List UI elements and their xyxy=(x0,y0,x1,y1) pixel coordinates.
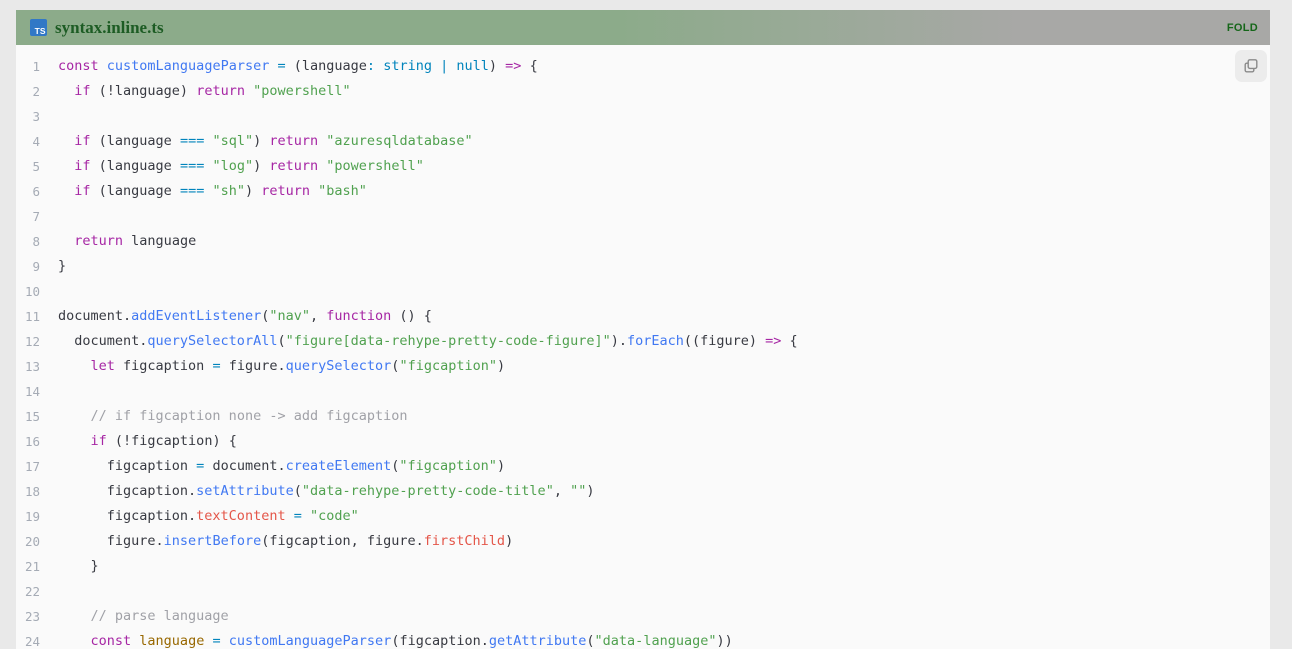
code-block: TS syntax.inline.ts FOLD 1 const customLa… xyxy=(16,10,1270,649)
line-text: let figcaption = figure.querySelector("f… xyxy=(58,354,505,379)
code-line: 2 if (!language) return "powershell" xyxy=(16,79,1270,104)
line-text: // if figcaption none -> add figcaption xyxy=(58,404,408,429)
code-line: 12 document.querySelectorAll("figure[dat… xyxy=(16,329,1270,354)
line-text: document.addEventListener("nav", functio… xyxy=(58,304,432,329)
code-line: 24 const language = customLanguageParser… xyxy=(16,629,1270,649)
copy-icon xyxy=(1243,58,1259,74)
code-line: 10 xyxy=(16,279,1270,304)
line-number: 14 xyxy=(16,379,40,404)
line-number: 9 xyxy=(16,254,40,279)
code-area: 1 const customLanguageParser = (language:… xyxy=(16,45,1270,649)
line-number: 16 xyxy=(16,429,40,454)
code-line: 21 } xyxy=(16,554,1270,579)
line-text: if (!language) return "powershell" xyxy=(58,79,351,104)
line-number: 3 xyxy=(16,104,40,129)
code-line: 15 // if figcaption none -> add figcapti… xyxy=(16,404,1270,429)
code-line: 13 let figcaption = figure.querySelector… xyxy=(16,354,1270,379)
line-text: const language = customLanguageParser(fi… xyxy=(58,629,733,649)
line-number: 17 xyxy=(16,454,40,479)
code-block-header: TS syntax.inline.ts FOLD xyxy=(16,10,1270,45)
copy-button[interactable] xyxy=(1235,50,1267,82)
line-number: 15 xyxy=(16,404,40,429)
line-number: 1 xyxy=(16,54,40,79)
file-title: syntax.inline.ts xyxy=(55,18,164,38)
line-text: return language xyxy=(58,229,196,254)
line-text: // parse language xyxy=(58,604,229,629)
code-line: 18 figcaption.setAttribute("data-rehype-… xyxy=(16,479,1270,504)
code-line: 1 const customLanguageParser = (language:… xyxy=(16,54,1270,79)
line-text: if (language === "log") return "powershe… xyxy=(58,154,424,179)
line-text: figure.insertBefore(figcaption, figure.f… xyxy=(58,529,513,554)
typescript-icon: TS xyxy=(30,19,47,36)
code-line: 17 figcaption = document.createElement("… xyxy=(16,454,1270,479)
line-text: if (language === "sql") return "azuresql… xyxy=(58,129,473,154)
code-line: 20 figure.insertBefore(figcaption, figur… xyxy=(16,529,1270,554)
line-number: 19 xyxy=(16,504,40,529)
code-line: 8 return language xyxy=(16,229,1270,254)
code-line: 9} xyxy=(16,254,1270,279)
line-number: 8 xyxy=(16,229,40,254)
line-number: 13 xyxy=(16,354,40,379)
code-lines: 1 const customLanguageParser = (language:… xyxy=(16,54,1270,649)
line-number: 5 xyxy=(16,154,40,179)
code-line: 5 if (language === "log") return "powers… xyxy=(16,154,1270,179)
line-number: 22 xyxy=(16,579,40,604)
line-text: figcaption.setAttribute("data-rehype-pre… xyxy=(58,479,595,504)
line-text: } xyxy=(58,554,99,579)
line-number: 18 xyxy=(16,479,40,504)
line-text: if (!figcaption) { xyxy=(58,429,237,454)
code-line: 3 xyxy=(16,104,1270,129)
line-number: 7 xyxy=(16,204,40,229)
line-number: 4 xyxy=(16,129,40,154)
code-line: 16 if (!figcaption) { xyxy=(16,429,1270,454)
line-number: 20 xyxy=(16,529,40,554)
line-text: document.querySelectorAll("figure[data-r… xyxy=(58,329,798,354)
code-line: 14 xyxy=(16,379,1270,404)
line-number: 24 xyxy=(16,629,40,649)
code-line: 4 if (language === "sql") return "azures… xyxy=(16,129,1270,154)
line-number: 23 xyxy=(16,604,40,629)
code-line: 22 xyxy=(16,579,1270,604)
line-number: 12 xyxy=(16,329,40,354)
code-line: 6 if (language === "sh") return "bash" xyxy=(16,179,1270,204)
line-number: 21 xyxy=(16,554,40,579)
line-text: figcaption = document.createElement("fig… xyxy=(58,454,505,479)
typescript-icon-label: TS xyxy=(35,27,46,36)
line-text: figcaption.textContent = "code" xyxy=(58,504,359,529)
fold-button[interactable]: FOLD xyxy=(1227,22,1258,34)
line-text: const customLanguageParser = (language: … xyxy=(58,54,538,79)
line-number: 11 xyxy=(16,304,40,329)
code-line: 7 xyxy=(16,204,1270,229)
line-number: 10 xyxy=(16,279,40,304)
code-line: 19 figcaption.textContent = "code" xyxy=(16,504,1270,529)
line-number: 2 xyxy=(16,79,40,104)
line-number: 6 xyxy=(16,179,40,204)
line-text: if (language === "sh") return "bash" xyxy=(58,179,367,204)
code-line: 23 // parse language xyxy=(16,604,1270,629)
line-text: } xyxy=(58,254,66,279)
code-line: 11 document.addEventListener("nav", funct… xyxy=(16,304,1270,329)
